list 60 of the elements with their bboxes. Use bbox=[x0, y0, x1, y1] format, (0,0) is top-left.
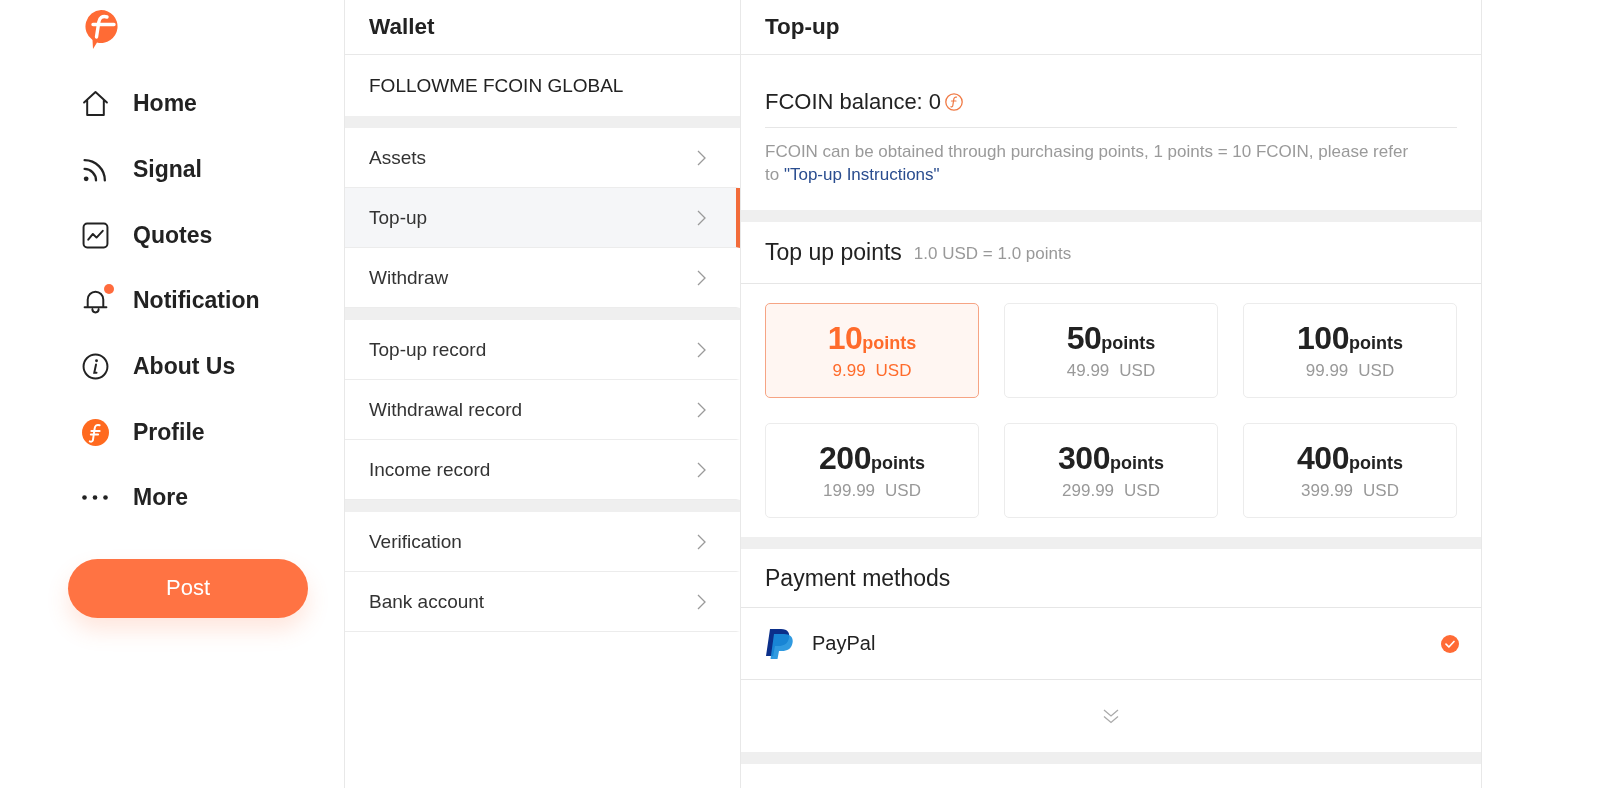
chevron-right-icon bbox=[697, 209, 706, 226]
menu-item[interactable]: Top-up record bbox=[345, 320, 740, 380]
chevron-right-icon bbox=[697, 533, 706, 550]
coin-icon bbox=[945, 93, 964, 111]
menu-item[interactable]: Top-up bbox=[345, 188, 740, 248]
points-amount: 400points bbox=[1297, 440, 1403, 477]
chart-icon bbox=[82, 221, 109, 249]
instructions-link[interactable]: "Top-up Instructions" bbox=[783, 165, 940, 184]
chevron-right-icon bbox=[697, 461, 706, 478]
chevron-right-icon bbox=[697, 149, 706, 166]
signal-icon bbox=[82, 156, 109, 184]
menu-item[interactable]: Income record bbox=[345, 440, 740, 500]
package-card[interactable]: 200points 199.99 USD bbox=[765, 423, 979, 518]
package-card[interactable]: 400points 399.99 USD bbox=[1243, 423, 1457, 518]
logo-icon[interactable] bbox=[84, 10, 118, 49]
points-amount: 200points bbox=[819, 440, 925, 477]
payment-title: Payment methods bbox=[765, 564, 951, 592]
nav-item[interactable]: Home bbox=[82, 71, 260, 137]
account-name: FOLLOWME FCOIN GLOBAL bbox=[369, 74, 624, 97]
price-text: 299.99 USD bbox=[1062, 481, 1160, 501]
menu-item[interactable]: Withdrawal record bbox=[345, 380, 740, 440]
nav-item[interactable]: Notification bbox=[82, 268, 260, 334]
points-amount: 50points bbox=[1066, 320, 1156, 357]
more-icon bbox=[82, 495, 108, 501]
coin-icon bbox=[82, 418, 109, 446]
rate-text: 1.0 USD = 1.0 points bbox=[913, 243, 1072, 264]
chevron-right-icon bbox=[697, 341, 706, 358]
menu-item[interactable]: Verification bbox=[345, 512, 740, 572]
price-text: 49.99 USD bbox=[1066, 361, 1156, 381]
chevron-right-icon bbox=[697, 401, 706, 418]
points-amount: 10points bbox=[827, 320, 917, 357]
menu-item[interactable]: Bank account bbox=[345, 572, 740, 632]
price-text: 399.99 USD bbox=[1301, 481, 1399, 501]
package-card[interactable]: 100points 99.99 USD bbox=[1243, 303, 1457, 398]
info-icon bbox=[82, 353, 109, 381]
balance-text: FCOIN balance: 0 bbox=[765, 89, 942, 115]
nav-item[interactable]: Quotes bbox=[82, 202, 260, 269]
price-text: 199.99 USD bbox=[823, 481, 921, 501]
paypal-icon bbox=[765, 628, 793, 659]
package-card[interactable]: 300points 299.99 USD bbox=[1004, 423, 1218, 518]
double-chevron-icon[interactable] bbox=[1103, 708, 1119, 724]
chevron-right-icon bbox=[697, 593, 706, 610]
chevron-right-icon bbox=[697, 269, 706, 286]
nav-item[interactable]: About Us bbox=[82, 333, 260, 400]
topup-note: FCOIN can be obtained through purchasing points, 1 points = 10 FCOIN, please refer to "Top-up Instructions" bbox=[765, 141, 1410, 186]
points-amount: 300points bbox=[1058, 440, 1164, 477]
points-title: Top up points bbox=[765, 239, 902, 266]
payment-option[interactable]: PayPal bbox=[741, 608, 1481, 680]
price-text: 99.99 USD bbox=[1305, 361, 1395, 381]
nav-item[interactable]: Profile bbox=[82, 399, 260, 466]
nav-item[interactable]: More bbox=[82, 465, 260, 531]
payment-name: PayPal bbox=[812, 632, 877, 655]
price-text: 9.99 USD bbox=[832, 361, 912, 381]
wallet-title: Wallet bbox=[369, 14, 435, 40]
home-icon bbox=[82, 90, 109, 118]
menu-item[interactable]: Withdraw bbox=[345, 248, 740, 308]
points-amount: 100points bbox=[1297, 320, 1403, 357]
topup-title: Top-up bbox=[765, 14, 840, 40]
package-card[interactable]: 50points 49.99 USD bbox=[1004, 303, 1218, 398]
nav-item[interactable]: Signal bbox=[82, 136, 260, 203]
